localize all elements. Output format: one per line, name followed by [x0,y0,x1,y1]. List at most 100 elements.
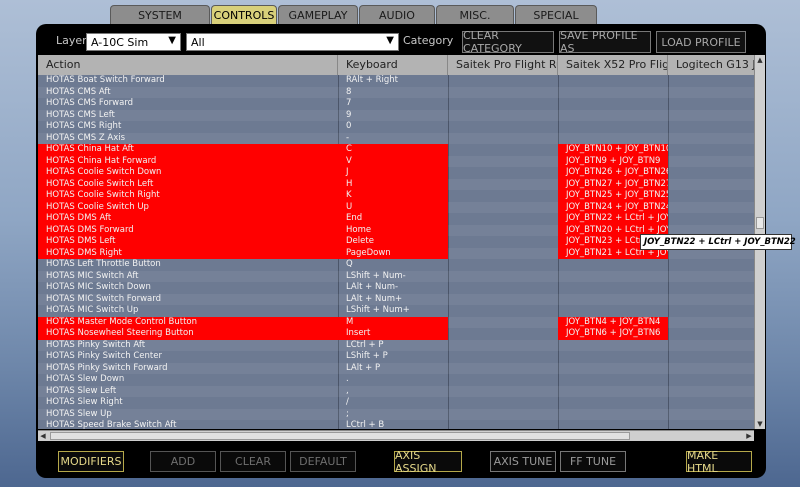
keyboard-cell[interactable]: J [338,167,448,179]
category-select[interactable]: All ▼ [186,33,399,51]
saitek-rudder-cell[interactable] [448,248,558,260]
logitech-g13-cell[interactable] [668,397,754,409]
table-row[interactable]: HOTAS Slew Left, [38,385,754,398]
keyboard-cell[interactable]: RAlt + Right [338,75,448,87]
column-header-action[interactable]: Action [38,55,338,75]
keyboard-cell[interactable]: LShift + P [338,351,448,363]
column-header-saitek-rudder[interactable]: Saitek Pro Flight Ru [448,55,558,75]
saitek-rudder-cell[interactable] [448,409,558,421]
keyboard-cell[interactable]: Insert [338,328,448,340]
logitech-g13-cell[interactable] [668,190,754,202]
saitek-rudder-cell[interactable] [448,121,558,133]
saitek-x52-cell[interactable]: JOY_BTN25 + JOY_BTN25 [558,190,668,202]
saitek-rudder-cell[interactable] [448,340,558,352]
column-header-logitech-g13[interactable]: Logitech G13 Jo [668,55,754,75]
axis-tune-button[interactable]: AXIS TUNE [490,451,556,472]
logitech-g13-cell[interactable] [668,144,754,156]
saitek-rudder-cell[interactable] [448,363,558,375]
saitek-x52-cell[interactable] [558,87,668,99]
action-cell[interactable]: HOTAS Pinky Switch Aft [38,340,338,352]
saitek-rudder-cell[interactable] [448,87,558,99]
action-cell[interactable]: HOTAS China Hat Forward [38,155,338,167]
saitek-rudder-cell[interactable] [448,190,558,202]
logitech-g13-cell[interactable] [668,213,754,225]
table-row[interactable]: HOTAS Pinky Switch Center LShift + P [38,351,754,363]
saitek-x52-cell[interactable] [558,75,668,87]
keyboard-cell[interactable]: LCtrl + P [338,340,448,352]
logitech-g13-cell[interactable] [668,386,754,398]
table-row[interactable]: HOTAS CMS Aft 8 [38,86,754,99]
clear-category-button[interactable]: CLEAR CATEGORY [462,29,554,55]
saitek-x52-cell[interactable] [558,420,668,429]
saitek-rudder-cell[interactable] [448,75,558,87]
saitek-x52-cell[interactable] [558,386,668,398]
logitech-g13-cell[interactable] [668,87,754,99]
action-cell[interactable]: HOTAS Master Mode Control Button [38,316,338,328]
logitech-g13-cell[interactable] [668,179,754,191]
saitek-rudder-cell[interactable] [448,271,558,283]
saitek-x52-cell[interactable] [558,409,668,421]
action-cell[interactable]: HOTAS MIC Switch Up [38,305,338,317]
action-cell[interactable]: HOTAS CMS Left [38,110,338,122]
action-cell[interactable]: HOTAS Slew Up [38,409,338,421]
table-row[interactable]: HOTAS Coolie Switch Down J JOY_BTN26 + JOY… [38,167,754,179]
layer-select[interactable]: A-10C Sim ▼ [86,33,181,51]
keyboard-cell[interactable]: ; [338,409,448,421]
saitek-x52-cell[interactable] [558,294,668,306]
saitek-x52-cell[interactable]: JOY_BTN24 + JOY_BTN24 [558,201,668,213]
saitek-rudder-cell[interactable] [448,305,558,317]
action-cell[interactable]: HOTAS MIC Switch Forward [38,294,338,306]
tab-audio[interactable]: AUDIO [359,5,435,24]
tab-special[interactable]: SPECIAL [515,5,597,24]
saitek-rudder-cell[interactable] [448,98,558,110]
saitek-rudder-cell[interactable] [448,374,558,386]
logitech-g13-cell[interactable] [668,156,754,168]
action-cell[interactable]: HOTAS DMS Right [38,247,338,259]
keyboard-cell[interactable]: - [338,133,448,145]
saitek-x52-cell[interactable]: JOY_BTN10 + JOY_BTN10 [558,144,668,156]
saitek-rudder-cell[interactable] [448,397,558,409]
logitech-g13-cell[interactable] [668,305,754,317]
table-row[interactable]: HOTAS Speed Brake Switch Aft LCtrl + B [38,420,754,429]
keyboard-cell[interactable]: LShift + Num+ [338,305,448,317]
saitek-x52-cell[interactable] [558,305,668,317]
keyboard-cell[interactable]: LAlt + Num+ [338,294,448,306]
table-row[interactable]: HOTAS Slew Up; [38,408,754,421]
keyboard-cell[interactable]: 8 [338,87,448,99]
saitek-x52-cell[interactable] [558,397,668,409]
action-cell[interactable]: HOTAS MIC Switch Aft [38,271,338,283]
saitek-x52-cell[interactable] [558,282,668,294]
keyboard-cell[interactable]: M [338,316,448,328]
table-row[interactable]: HOTAS Nosewheel Steering Button Insert JOY… [38,328,754,340]
add-button[interactable]: ADD [150,451,216,472]
keyboard-cell[interactable]: , [338,386,448,398]
keyboard-cell[interactable]: PageDown [338,247,448,259]
saitek-rudder-cell[interactable] [448,294,558,306]
logitech-g13-cell[interactable] [668,167,754,179]
saitek-rudder-cell[interactable] [448,110,558,122]
saitek-x52-cell[interactable]: JOY_BTN9 + JOY_BTN9 [558,155,668,167]
tab-controls[interactable]: CONTROLS [211,5,277,24]
logitech-g13-cell[interactable] [668,202,754,214]
logitech-g13-cell[interactable] [668,328,754,340]
table-row[interactable]: HOTAS Pinky Switch Aft LCtrl + P [38,339,754,352]
logitech-g13-cell[interactable] [668,340,754,352]
logitech-g13-cell[interactable] [668,121,754,133]
keyboard-cell[interactable]: H [338,178,448,190]
saitek-rudder-cell[interactable] [448,259,558,271]
action-cell[interactable]: HOTAS Pinky Switch Forward [38,363,338,375]
action-cell[interactable]: HOTAS Coolie Switch Up [38,201,338,213]
saitek-x52-cell[interactable]: JOY_BTN27 + JOY_BTN27 [558,178,668,190]
saitek-x52-cell[interactable] [558,98,668,110]
keyboard-cell[interactable]: C [338,144,448,156]
table-row[interactable]: HOTAS Left Throttle Button Q [38,259,754,271]
keyboard-cell[interactable]: / [338,397,448,409]
logitech-g13-cell[interactable] [668,294,754,306]
column-header-keyboard[interactable]: Keyboard [338,55,448,75]
logitech-g13-cell[interactable] [668,351,754,363]
make-html-button[interactable]: MAKE HTML [686,449,752,475]
table-row[interactable]: HOTAS Coolie Switch Left H JOY_BTN27 + JOY… [38,178,754,191]
table-row[interactable]: HOTAS MIC Switch Forward LAlt + Num+ [38,293,754,306]
save-profile-button[interactable]: SAVE PROFILE AS [559,29,651,55]
keyboard-cell[interactable]: Q [338,259,448,271]
